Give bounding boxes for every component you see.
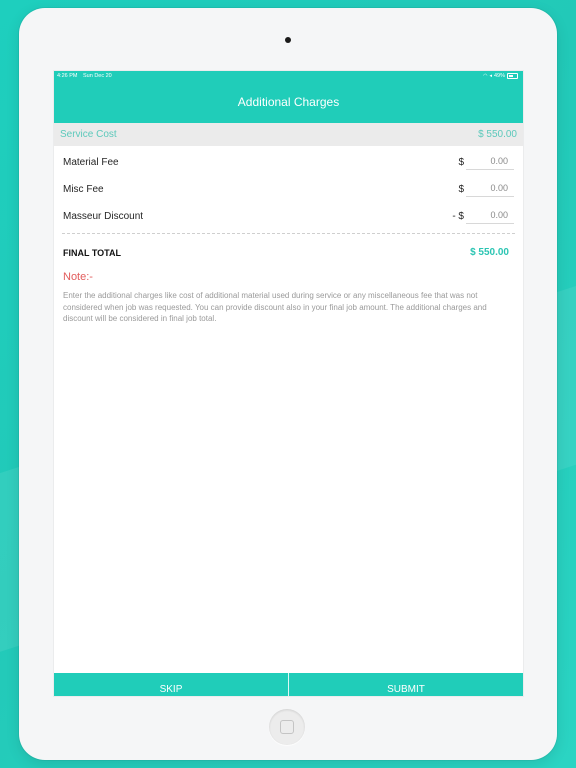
misc-fee-row: Misc Fee $ [54,176,523,203]
service-cost-value: $ 550.00 [478,129,517,140]
note-label: Note:- [63,271,93,283]
masseur-discount-label: Masseur Discount [63,211,144,222]
submit-button[interactable]: SUBMIT [289,673,523,696]
misc-fee-currency: $ [458,184,464,195]
page-title: Additional Charges [237,95,340,109]
material-fee-input[interactable] [466,153,514,170]
final-total-row: FINAL TOTAL $ 550.00 [54,241,523,265]
material-fee-label: Material Fee [63,157,119,168]
camera-dot [285,37,291,43]
wifi-icon: ◠ [483,72,488,79]
final-total-value: $ 550.00 [470,247,509,258]
service-cost-row: Service Cost $ 550.00 [54,123,523,146]
status-time: 4:26 PM [57,73,78,79]
material-fee-row: Material Fee $ [54,149,523,176]
signal-icon: ◂ [489,72,492,79]
battery-icon [507,73,518,79]
home-button[interactable] [269,709,305,745]
battery-percent: 49% [493,73,505,79]
masseur-discount-input[interactable] [466,207,514,224]
misc-fee-label: Misc Fee [63,184,104,195]
status-date: Sun Dec 20 [83,73,112,79]
dashed-divider [62,233,515,234]
footer-bar: SKIP SUBMIT [54,673,523,696]
final-total-label: FINAL TOTAL [63,248,121,258]
skip-button[interactable]: SKIP [54,673,288,696]
status-indicators: ◠ ◂ 49% [483,73,518,79]
nav-bar: Additional Charges [54,81,523,123]
material-fee-currency: $ [458,157,464,168]
masseur-discount-currency: - $ [452,211,464,222]
status-bar: 4:26 PM Sun Dec 20 ◠ ◂ 49% [54,71,523,81]
ipad-frame: 4:26 PM Sun Dec 20 ◠ ◂ 49% Additional Ch… [19,8,557,760]
service-cost-label: Service Cost [60,129,117,140]
misc-fee-input[interactable] [466,180,514,197]
home-square-icon [280,720,294,734]
app-screen: 4:26 PM Sun Dec 20 ◠ ◂ 49% Additional Ch… [54,71,523,696]
note-text: Enter the additional charges like cost o… [63,291,487,323]
masseur-discount-row: Masseur Discount - $ [54,203,523,230]
